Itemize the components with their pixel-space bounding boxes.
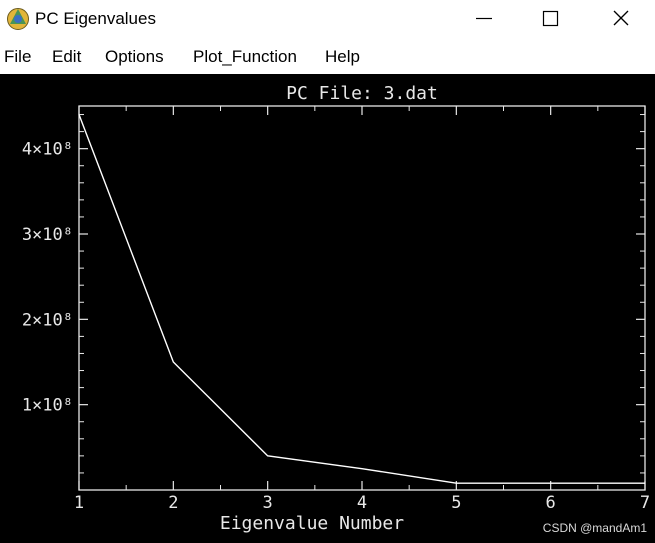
title-bar: PC Eigenvalues — [0, 0, 655, 38]
x-tick-label: 4 — [357, 493, 367, 513]
plot-canvas: PC File: 3.dat 1 2 3 4 5 6 7 1×10⁸ 2×10⁸ 3×10⁸ 4×10… — [0, 74, 655, 543]
y-tick-label: 1×10⁸ — [22, 396, 73, 416]
minimize-button[interactable] — [461, 0, 507, 38]
y-tick-label: 3×10⁸ — [22, 225, 73, 245]
plot-frame — [78, 105, 646, 491]
maximize-button[interactable] — [527, 0, 573, 38]
x-tick-label: 2 — [168, 493, 178, 513]
close-button[interactable] — [597, 0, 643, 38]
window-title: PC Eigenvalues — [35, 9, 156, 28]
menu-file[interactable]: File — [4, 46, 31, 68]
eigenvalue-series-line — [78, 114, 645, 484]
app-icon — [6, 7, 30, 31]
menu-options[interactable]: Options — [105, 46, 164, 68]
watermark: CSDN @mandAm1 — [542, 521, 647, 535]
x-axis-label: Eigenvalue Number — [220, 513, 404, 534]
y-tick-label: 4×10⁸ — [22, 140, 73, 160]
x-tick-label: 3 — [263, 493, 273, 513]
menu-bar: File Edit Options Plot_Function Help — [0, 42, 655, 72]
menu-edit[interactable]: Edit — [52, 46, 81, 68]
menu-help[interactable]: Help — [325, 46, 360, 68]
y-tick-label: 2×10⁸ — [22, 310, 73, 330]
eigenvalue-chart: PC File: 3.dat 1 2 3 4 5 6 7 1×10⁸ 2×10⁸ 3×10⁸ 4×10… — [22, 83, 650, 534]
x-tick-label: 1 — [74, 493, 84, 513]
chart-title: PC File: 3.dat — [286, 83, 438, 104]
x-tick-label: 6 — [546, 493, 556, 513]
x-tick-label: 5 — [451, 493, 461, 513]
menu-plot-function[interactable]: Plot_Function — [193, 46, 297, 68]
x-tick-label: 7 — [640, 493, 650, 513]
